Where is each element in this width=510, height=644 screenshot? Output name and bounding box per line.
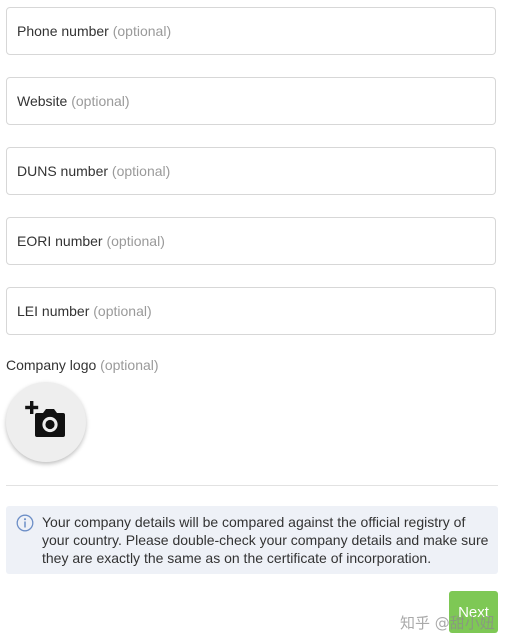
eori-number-field[interactable]: EORI number (optional) bbox=[6, 217, 496, 265]
phone-number-label: Phone number (optional) bbox=[17, 23, 172, 39]
eori-number-label: EORI number (optional) bbox=[17, 233, 165, 249]
lei-number-field[interactable]: LEI number (optional) bbox=[6, 287, 496, 335]
optional-hint: (optional) bbox=[112, 23, 172, 39]
website-label: Website (optional) bbox=[17, 93, 130, 109]
website-field[interactable]: Website (optional) bbox=[6, 77, 496, 125]
next-button[interactable]: Next bbox=[449, 591, 498, 633]
optional-hint: (optional) bbox=[111, 163, 171, 179]
optional-hint: (optional) bbox=[93, 303, 152, 319]
company-logo-label: Company logo (optional) bbox=[6, 357, 159, 373]
company-logo-upload-button[interactable] bbox=[6, 382, 86, 462]
add-photo-camera-icon bbox=[25, 401, 65, 437]
optional-hint: (optional) bbox=[71, 93, 130, 109]
info-icon bbox=[16, 514, 34, 532]
optional-hint: (optional) bbox=[100, 357, 159, 373]
lei-number-label: LEI number (optional) bbox=[17, 303, 152, 319]
optional-hint: (optional) bbox=[106, 233, 165, 249]
duns-number-label: DUNS number (optional) bbox=[17, 163, 171, 179]
notice-text: Your company details will be compared ag… bbox=[42, 514, 489, 566]
duns-number-field[interactable]: DUNS number (optional) bbox=[6, 147, 496, 195]
phone-number-field[interactable]: Phone number (optional) bbox=[6, 7, 496, 55]
section-divider bbox=[6, 485, 498, 486]
company-details-notice: Your company details will be compared ag… bbox=[6, 506, 498, 574]
